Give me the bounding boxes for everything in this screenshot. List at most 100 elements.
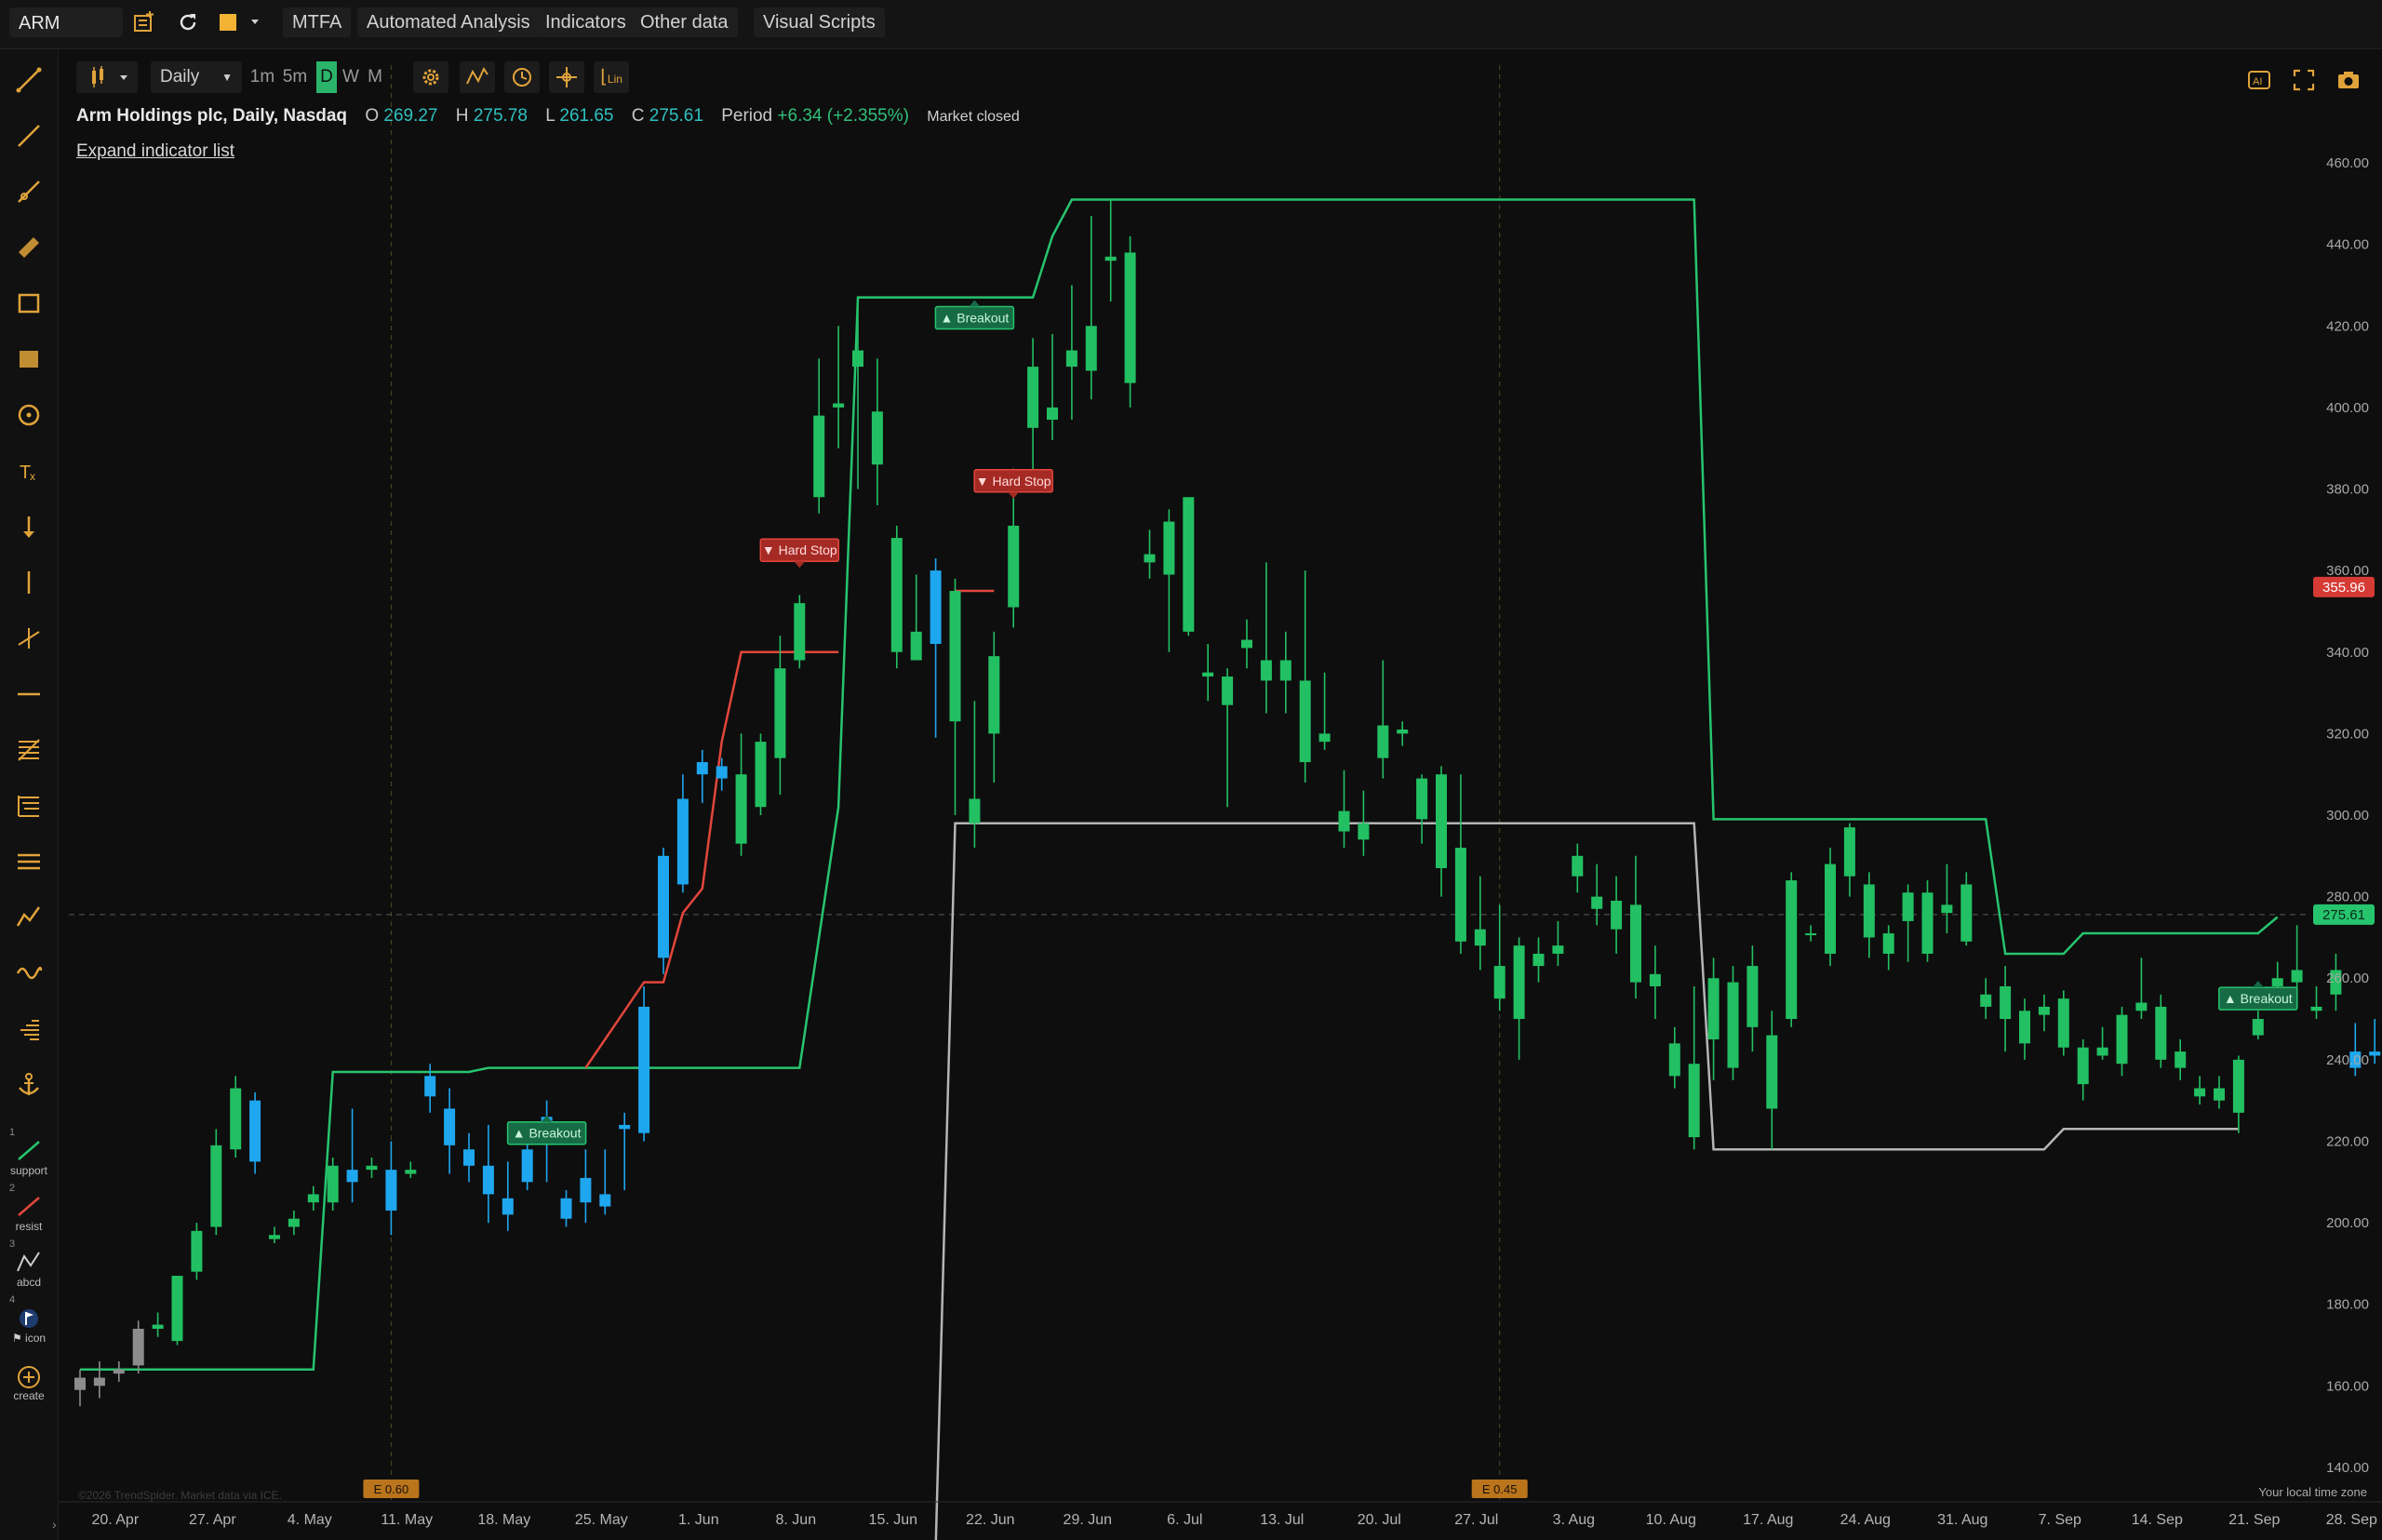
x-tick-label: 25. May <box>575 1512 628 1528</box>
candle-body <box>1318 733 1331 743</box>
period-label: Period <box>721 106 773 126</box>
candle-body <box>755 742 767 808</box>
settings-gear-icon[interactable] <box>413 61 448 93</box>
ray-tool-icon[interactable] <box>13 176 45 208</box>
vertical-line-tool-icon[interactable] <box>13 567 45 598</box>
clock-icon[interactable] <box>504 61 540 93</box>
candle-body <box>988 656 1000 734</box>
period-weekly[interactable]: W <box>341 61 361 93</box>
ai-icon[interactable]: AI <box>2246 67 2272 98</box>
drawing-tools-sidebar: Tx 1 support 2 resist 3 abcd 4 ⚑ icon cr… <box>0 49 59 1540</box>
hard-stop-tag: ▼ Hard Stop <box>759 538 840 569</box>
scale-label: Lin <box>607 73 622 86</box>
pattern-tool-icon[interactable] <box>13 902 45 933</box>
watchlist-add-icon[interactable] <box>128 7 158 37</box>
candle-body <box>852 350 863 368</box>
candle-body <box>1882 933 1894 954</box>
candle-body <box>1980 994 1992 1007</box>
candle-body <box>1649 973 1661 986</box>
period-daily[interactable]: D <box>316 61 337 93</box>
create-plus-icon[interactable] <box>13 1363 45 1391</box>
color-picker-button[interactable] <box>212 7 272 37</box>
collapse-chevron-icon[interactable]: › <box>52 1517 57 1532</box>
symbol-input[interactable]: ARM <box>9 7 123 37</box>
candle-body <box>1902 892 1914 921</box>
indicator-wave-icon[interactable] <box>460 61 495 93</box>
expand-indicator-list-link[interactable]: Expand indicator list <box>76 141 234 162</box>
visual-scripts-button[interactable]: Visual Scripts <box>754 7 885 37</box>
fib-fan-tool-icon[interactable] <box>13 790 45 822</box>
low-label: L <box>545 106 555 126</box>
icon-tool-label: ⚑ icon <box>11 1332 47 1345</box>
refresh-icon[interactable] <box>173 7 203 37</box>
y-tick-label: 200.00 <box>2326 1215 2369 1231</box>
automated-analysis-button[interactable]: Automated Analysis <box>357 7 540 37</box>
abcd-tool-icon[interactable] <box>13 1250 45 1274</box>
candle-body <box>560 1198 572 1219</box>
parallel-lines-tool-icon[interactable] <box>13 846 45 877</box>
tag-pointer <box>1008 491 1020 499</box>
interval-1m[interactable]: 1m <box>249 61 275 93</box>
support-tool-icon[interactable] <box>13 1138 45 1162</box>
camera-icon[interactable] <box>2335 67 2362 98</box>
tag-label: ▲ Breakout <box>941 311 1010 326</box>
fullscreen-icon[interactable] <box>2291 67 2317 98</box>
text-tool-icon[interactable]: Tx <box>13 455 45 487</box>
resistance-tool-icon[interactable] <box>13 1194 45 1218</box>
x-tick-label: 11. May <box>381 1512 433 1528</box>
candle-body <box>2214 1088 2225 1101</box>
wave-tool-icon[interactable] <box>13 957 45 989</box>
channel-tool-icon[interactable] <box>13 232 45 263</box>
other-data-button[interactable]: Other data <box>631 7 738 37</box>
chart-type-button[interactable] <box>76 61 138 93</box>
volume-profile-tool-icon[interactable] <box>13 1013 45 1045</box>
candle-body <box>1688 1064 1700 1138</box>
candle-body <box>2175 1051 2187 1068</box>
candle-body <box>1454 848 1466 942</box>
candle-body <box>1260 660 1272 681</box>
candle-body <box>619 1124 631 1130</box>
horizontal-line-tool-icon[interactable] <box>13 678 45 710</box>
trendline-tool-icon[interactable] <box>13 64 45 96</box>
period-monthly[interactable]: M <box>365 61 385 93</box>
breakout-tag: ▲ Breakout <box>506 1115 587 1145</box>
candle-body <box>813 415 825 498</box>
create-tool-label: create <box>13 1389 45 1402</box>
filled-rectangle-tool-icon[interactable] <box>13 343 45 375</box>
support-tool-label: support <box>9 1164 48 1177</box>
candle-body <box>346 1170 358 1183</box>
fibonacci-tool-icon[interactable] <box>13 734 45 766</box>
indicators-button[interactable]: Indicators <box>536 7 636 37</box>
mtfa-button[interactable]: MTFA <box>283 7 352 37</box>
candle-body <box>2000 986 2012 1020</box>
x-tick-label: 14. Sep <box>2132 1512 2183 1528</box>
rectangle-tool-icon[interactable] <box>13 288 45 319</box>
y-tick-label: 420.00 <box>2326 318 2369 334</box>
scale-lin-button[interactable]: ⌊Lin <box>594 61 629 93</box>
candle-body <box>424 1076 436 1097</box>
candle-body <box>1358 823 1370 840</box>
chevron-down-icon: ▼ <box>221 71 233 84</box>
candle-body <box>1163 521 1175 575</box>
x-tick-label: 24. Aug <box>1840 1512 1891 1528</box>
y-tick-label: 360.00 <box>2326 563 2369 579</box>
x-tick-label: 13. Jul <box>1260 1512 1304 1528</box>
flag-icon[interactable] <box>13 1307 45 1330</box>
candle-body <box>2232 1059 2244 1113</box>
arrow-down-tool-icon[interactable] <box>13 511 45 542</box>
candle-body <box>1513 945 1525 1020</box>
line-tool-icon[interactable] <box>13 120 45 152</box>
circle-tool-icon[interactable] <box>13 399 45 431</box>
crosshair-icon[interactable] <box>549 61 584 93</box>
chart-legend: Arm Holdings plc, Daily, Nasdaq O 269.27… <box>76 106 1020 127</box>
interval-5m[interactable]: 5m <box>281 61 309 93</box>
y-tick-label: 320.00 <box>2326 726 2369 742</box>
candle-body <box>1183 497 1195 632</box>
crosshair-tool-icon[interactable] <box>13 623 45 654</box>
interval-select[interactable]: Daily ▼ <box>151 61 242 93</box>
candle-body <box>1027 367 1039 428</box>
candle-body <box>2135 1002 2148 1011</box>
candle-body <box>2116 1014 2128 1065</box>
anchor-tool-icon[interactable] <box>13 1069 45 1101</box>
candle-body <box>599 1194 611 1207</box>
